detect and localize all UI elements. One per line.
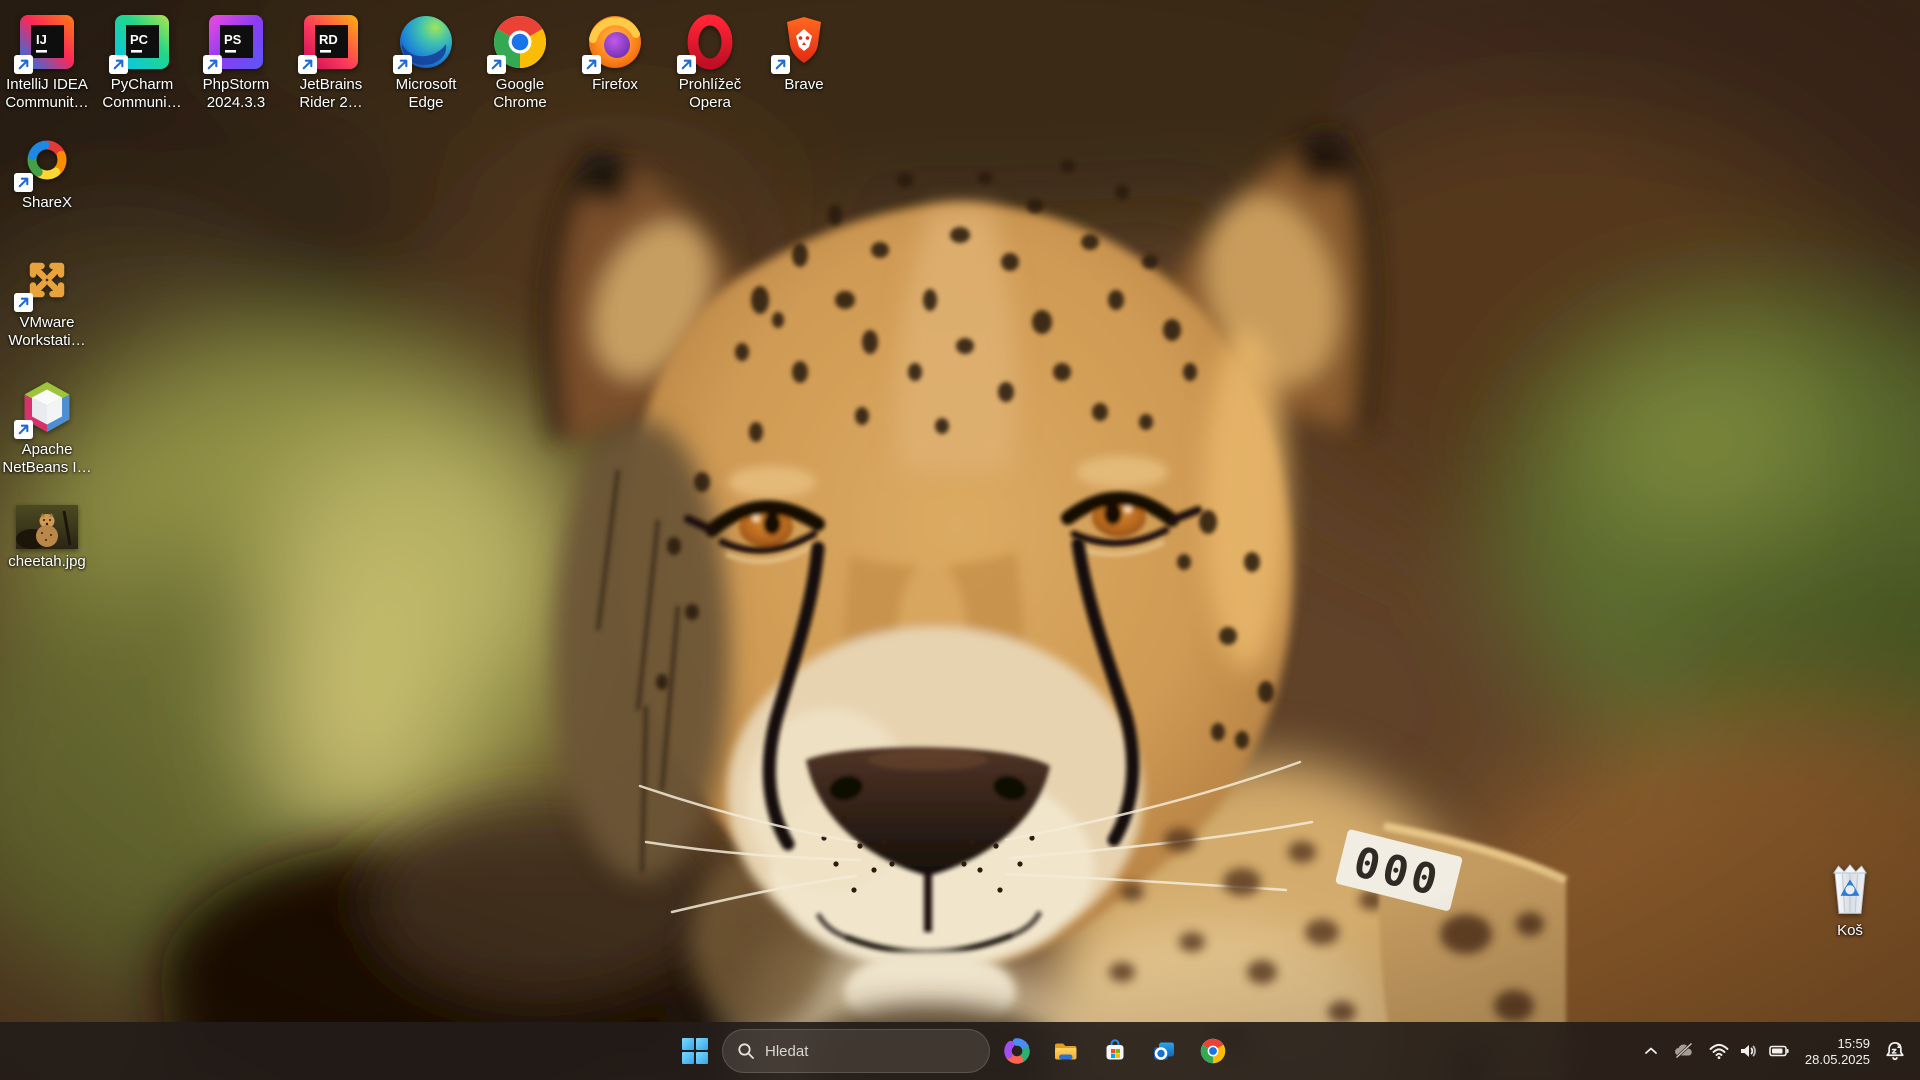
desktop-icon-jetbrains-rider[interactable]: RD JetBrainsRider 2… — [284, 12, 378, 112]
svg-text:IJ: IJ — [36, 32, 47, 47]
outlook-icon — [1150, 1037, 1178, 1065]
netbeans-icon — [17, 377, 77, 437]
vmware-workstation-icon — [17, 250, 77, 310]
svg-text:RD: RD — [319, 32, 338, 47]
icon-label: ProhlížečOpera — [679, 76, 742, 112]
battery-icon — [1767, 1039, 1791, 1063]
shortcut-arrow-icon — [487, 55, 506, 74]
shortcut-arrow-icon — [582, 55, 601, 74]
shortcut-arrow-icon — [677, 55, 696, 74]
taskbar-search-input[interactable]: Hledat — [722, 1029, 990, 1073]
icon-label: ShareX — [22, 194, 72, 212]
notification-center-button[interactable] — [1878, 1036, 1912, 1066]
svg-text:PS: PS — [224, 32, 242, 47]
desktop-file-cheetah-jpg[interactable]: cheetah.jpg — [0, 505, 94, 571]
desktop-icon-vmware-workstation[interactable]: VMwareWorkstati… — [0, 250, 94, 350]
taskbar-app-outlook[interactable] — [1142, 1027, 1186, 1075]
cheetah-jpg-thumbnail — [16, 505, 78, 549]
shortcut-arrow-icon — [393, 55, 412, 74]
shortcut-arrow-icon — [771, 55, 790, 74]
shortcut-arrow-icon — [203, 55, 222, 74]
clock-date: 28.05.2025 — [1805, 1052, 1870, 1067]
search-icon — [737, 1042, 755, 1060]
shortcut-arrow-icon — [14, 55, 33, 74]
icon-label: cheetah.jpg — [8, 553, 86, 571]
desktop-icon-sharex[interactable]: ShareX — [0, 130, 94, 212]
icon-label: VMwareWorkstati… — [8, 314, 85, 350]
recycle-bin-icon — [1820, 858, 1880, 918]
icon-label: JetBrainsRider 2… — [299, 76, 362, 112]
brave-icon — [774, 12, 834, 72]
desktop-icon-intellij-idea[interactable]: IJ IntelliJ IDEACommunit… — [0, 12, 94, 112]
edge-icon — [396, 12, 456, 72]
chevron-up-icon — [1639, 1039, 1663, 1063]
icon-label: ApacheNetBeans I… — [2, 441, 91, 477]
clock-time: 15:59 — [1837, 1036, 1870, 1051]
firefox-icon — [585, 12, 645, 72]
do-not-disturb-bell-icon — [1882, 1038, 1908, 1064]
shortcut-arrow-icon — [298, 55, 317, 74]
chrome-icon — [490, 12, 550, 72]
tray-clock[interactable]: 15:59 28.05.2025 — [1797, 1034, 1878, 1069]
opera-icon — [680, 12, 740, 72]
microsoft-store-icon — [1101, 1037, 1129, 1065]
wallpaper-cheetah-photo: 000 — [0, 0, 1920, 1080]
search-placeholder: Hledat — [765, 1043, 808, 1060]
taskbar: Hledat — [0, 1022, 1920, 1080]
wifi-icon — [1707, 1039, 1731, 1063]
desktop-icon-pycharm[interactable]: PC PyCharmCommuni… — [95, 12, 189, 112]
desktop-icon-opera[interactable]: ProhlížečOpera — [663, 12, 757, 112]
windows-start-icon — [682, 1038, 708, 1064]
file-explorer-icon — [1052, 1037, 1080, 1065]
desktop-icon-phpstorm[interactable]: PS PhpStorm2024.3.3 — [189, 12, 283, 112]
quick-settings-button[interactable] — [1701, 1037, 1797, 1065]
svg-text:PC: PC — [130, 32, 149, 47]
taskbar-app-microsoft-store[interactable] — [1093, 1027, 1137, 1075]
desktop-icon-microsoft-edge[interactable]: MicrosoftEdge — [379, 12, 473, 112]
tray-onedrive-button[interactable] — [1667, 1037, 1701, 1065]
desktop-icon-recycle-bin[interactable]: Koš — [1803, 858, 1897, 940]
icon-label: GoogleChrome — [493, 76, 546, 112]
taskbar-center: Hledat — [673, 1022, 1235, 1080]
shortcut-arrow-icon — [14, 293, 33, 312]
tray-chevron-up-button[interactable] — [1635, 1037, 1667, 1065]
shortcut-arrow-icon — [14, 173, 33, 192]
icon-label: Brave — [784, 76, 823, 94]
desktop-icon-google-chrome[interactable]: GoogleChrome — [473, 12, 567, 112]
icon-label: IntelliJ IDEACommunit… — [5, 76, 88, 112]
copilot-icon — [1003, 1037, 1031, 1065]
desktop-icon-apache-netbeans[interactable]: ApacheNetBeans I… — [0, 377, 94, 477]
shortcut-arrow-icon — [14, 420, 33, 439]
icon-label: Koš — [1837, 922, 1863, 940]
system-tray: 15:59 28.05.2025 — [1635, 1022, 1912, 1080]
pycharm-icon: PC — [112, 12, 172, 72]
icon-label: PhpStorm2024.3.3 — [203, 76, 270, 112]
taskbar-app-copilot[interactable] — [995, 1027, 1039, 1075]
icon-label: Firefox — [592, 76, 638, 94]
phpstorm-icon: PS — [206, 12, 266, 72]
onedrive-offline-icon — [1671, 1039, 1697, 1063]
shortcut-arrow-icon — [109, 55, 128, 74]
desktop-icon-brave[interactable]: Brave — [757, 12, 851, 94]
taskbar-app-chrome[interactable] — [1191, 1027, 1235, 1075]
sharex-icon — [17, 130, 77, 190]
desktop-icon-firefox[interactable]: Firefox — [568, 12, 662, 94]
start-button[interactable] — [673, 1027, 717, 1075]
volume-icon — [1737, 1039, 1761, 1063]
rider-icon: RD — [301, 12, 361, 72]
icon-label: PyCharmCommuni… — [102, 76, 181, 112]
taskbar-app-file-explorer[interactable] — [1044, 1027, 1088, 1075]
chrome-taskbar-icon — [1199, 1037, 1227, 1065]
icon-label: MicrosoftEdge — [396, 76, 457, 112]
intellij-idea-icon: IJ — [17, 12, 77, 72]
